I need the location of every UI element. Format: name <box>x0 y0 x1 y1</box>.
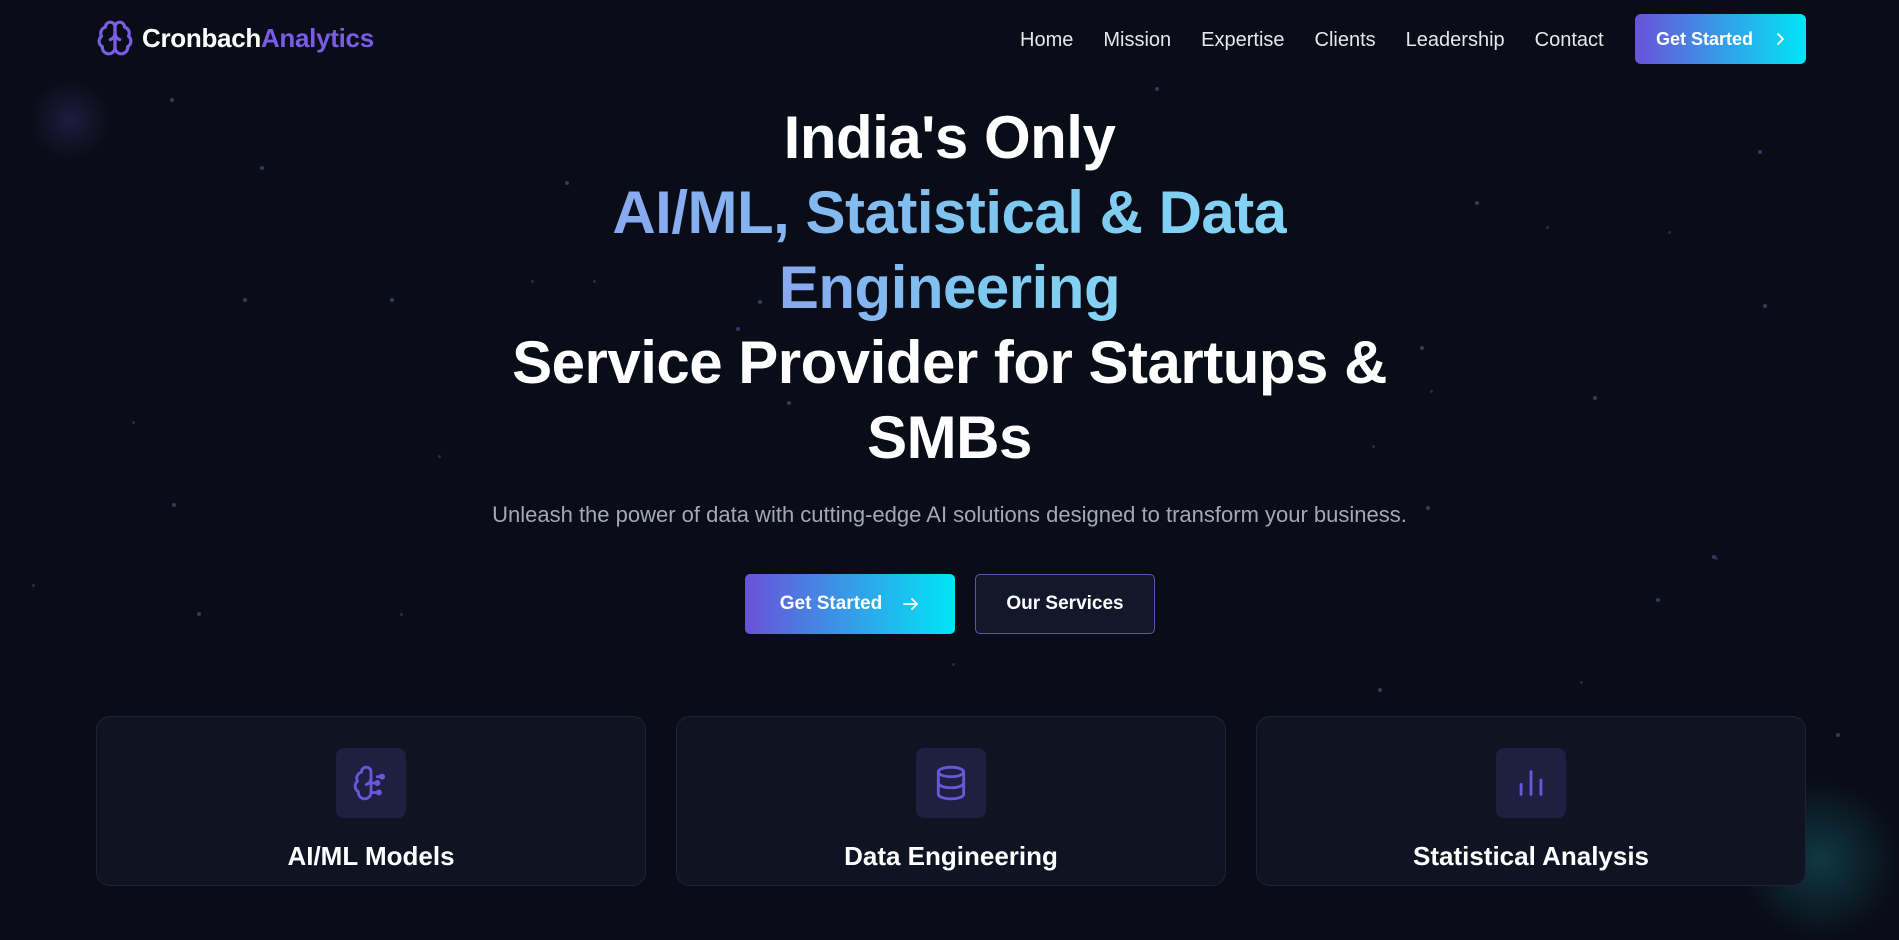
card-icon-box <box>916 748 986 818</box>
service-card-data-engineering[interactable]: Data Engineering <box>676 716 1226 886</box>
nav-get-started-button[interactable]: Get Started <box>1635 14 1806 64</box>
chevron-right-icon <box>1777 33 1784 45</box>
brand-logo[interactable]: CronbachAnalytics <box>96 18 374 58</box>
card-icon-box <box>336 748 406 818</box>
service-card-statistical-analysis[interactable]: Statistical Analysis <box>1256 716 1806 886</box>
database-icon <box>936 765 966 801</box>
hero-get-started-button[interactable]: Get Started <box>745 574 955 634</box>
nav-link-clients[interactable]: Clients <box>1315 24 1376 56</box>
nav-link-mission[interactable]: Mission <box>1103 24 1171 56</box>
nav-links: Home Mission Expertise Clients Leadershi… <box>1020 24 1604 56</box>
arrow-right-icon <box>903 598 919 610</box>
nav-link-home[interactable]: Home <box>1020 24 1073 56</box>
bar-chart-icon <box>1519 770 1543 796</box>
nav-get-started-label: Get Started <box>1655 28 1754 49</box>
hero-line-4: Service Provider for Startups & <box>512 329 1387 396</box>
top-navigation: CronbachAnalytics Home Mission Expertise… <box>0 0 1899 80</box>
nav-link-expertise[interactable]: Expertise <box>1201 24 1284 56</box>
our-services-button[interactable]: Our Services <box>975 574 1155 634</box>
service-card-ai-ml[interactable]: AI/ML Models <box>96 716 646 886</box>
card-title: Statistical Analysis <box>1412 841 1650 871</box>
hero-highlight-line-2: AI/ML, Statistical & Data <box>612 179 1287 246</box>
hero-subtitle: Unleash the power of data with cutting-e… <box>492 502 1407 527</box>
card-title: Data Engineering <box>844 841 1058 871</box>
our-services-label: Our Services <box>1006 593 1124 614</box>
nav-link-leadership[interactable]: Leadership <box>1406 24 1505 56</box>
card-icon-box <box>1496 748 1566 818</box>
nav-link-contact[interactable]: Contact <box>1535 24 1604 56</box>
hero-highlight-line-3: Engineering <box>778 254 1121 321</box>
brand-name: CronbachAnalytics <box>142 22 374 53</box>
hero-heading: India's Only AI/ML, Statistical & Data E… <box>0 100 1899 475</box>
brain-logo-icon <box>97 20 133 56</box>
hero-line-5: SMBs <box>867 404 1032 471</box>
hero-get-started-label: Get Started <box>779 593 883 614</box>
hero-line-1: India's Only <box>783 104 1116 171</box>
card-title: AI/ML Models <box>287 841 455 871</box>
brain-icon <box>353 765 386 801</box>
